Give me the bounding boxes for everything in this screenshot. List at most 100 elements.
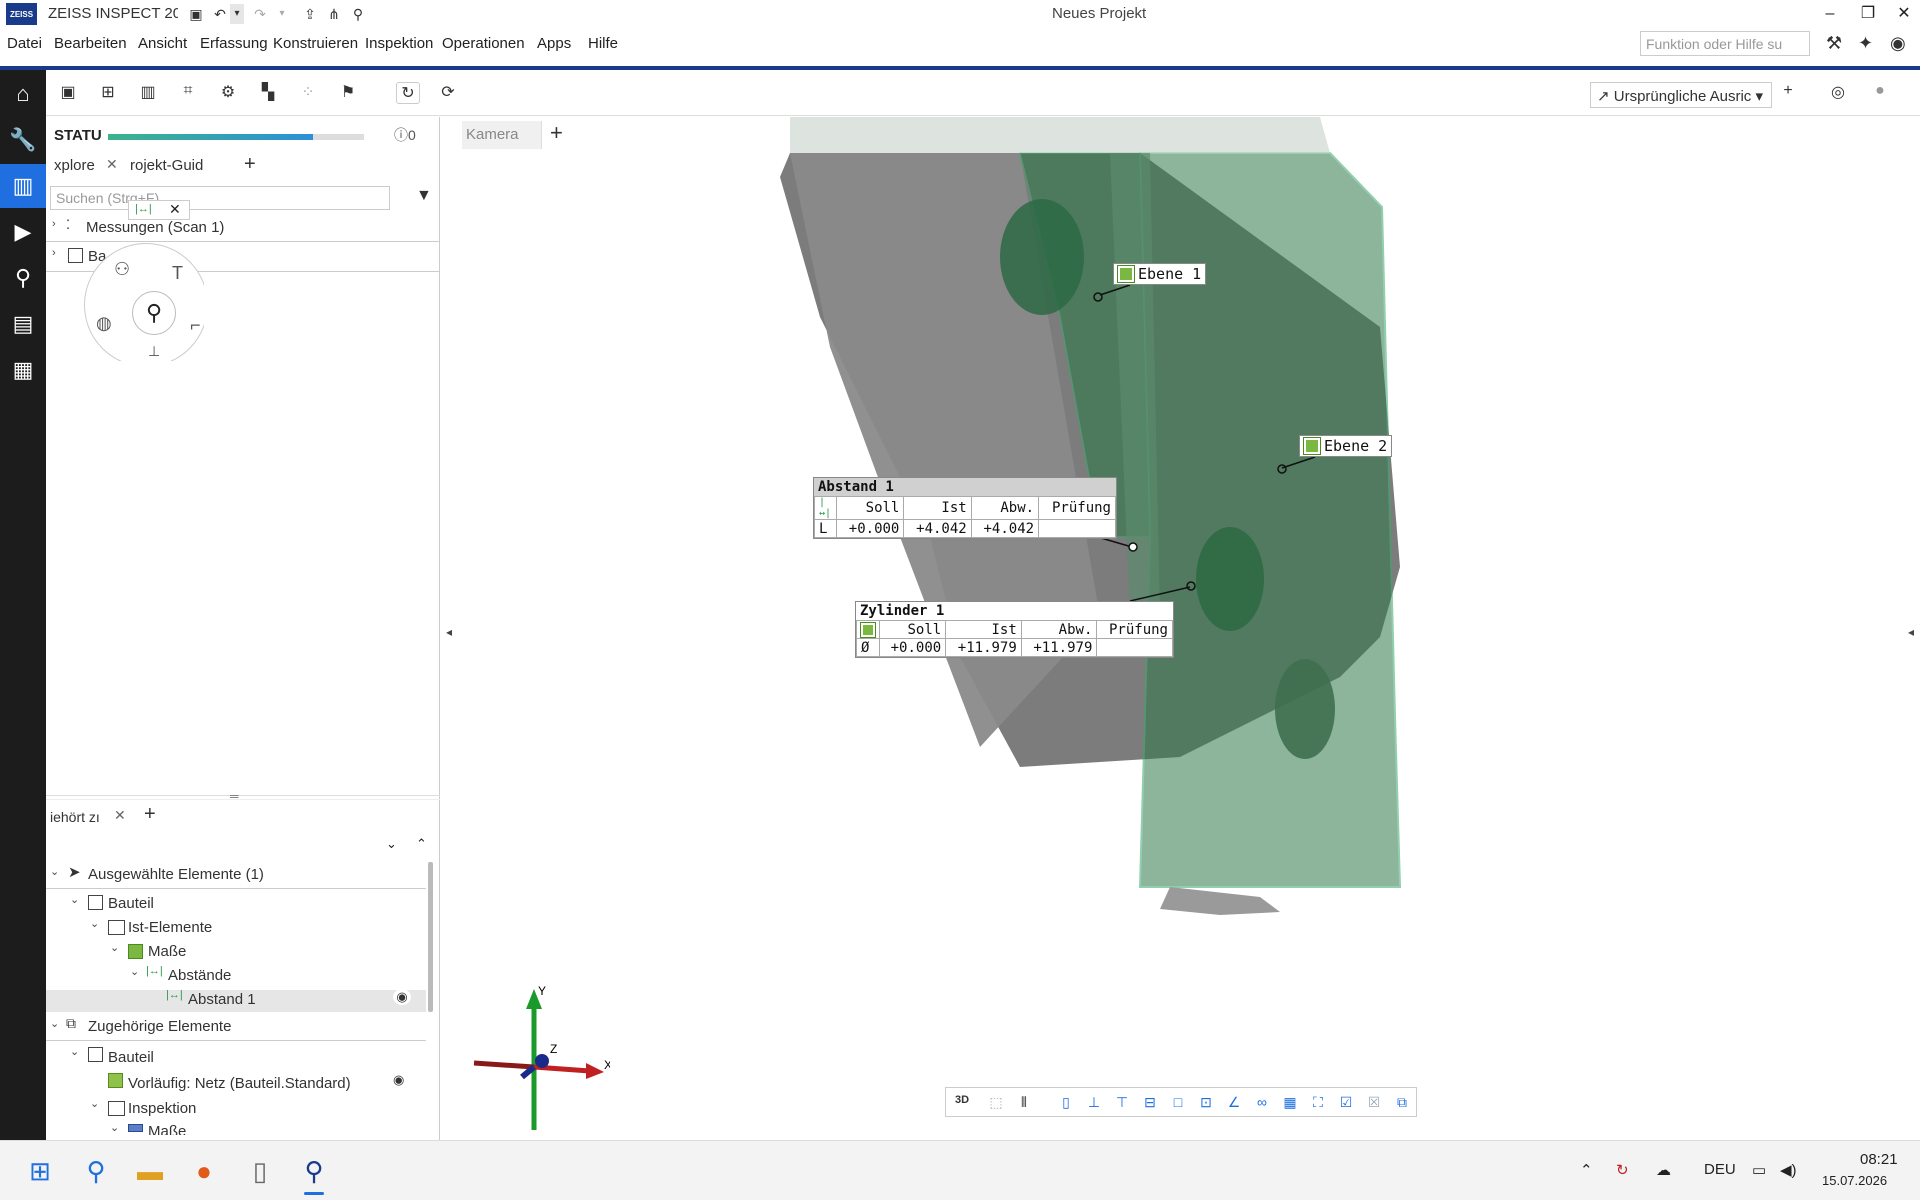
splitter-grip-icon[interactable]: ═ (230, 789, 239, 803)
label-ebene-2[interactable]: Ebene 2 (1299, 435, 1393, 457)
select-icon[interactable]: ⬚ (986, 1094, 1006, 1111)
tree-item-messungen[interactable]: Messungen (Scan 1) (86, 219, 224, 236)
wrench-icon[interactable]: 🔧 (0, 118, 46, 162)
splitter[interactable] (46, 795, 440, 796)
close-icon[interactable]: ✕ (169, 201, 181, 218)
chevron-down-icon[interactable]: ⌄ (70, 893, 79, 906)
clock-time[interactable]: 08:21 (1860, 1151, 1898, 1168)
clip-icon[interactable]: ⊟ (1140, 1094, 1160, 1111)
menu-operationen[interactable]: Operationen (442, 35, 525, 52)
tree-item-zugehoerige[interactable]: Zugehörige Elemente (88, 1018, 231, 1035)
menu-erfassung[interactable]: Erfassung (200, 35, 268, 52)
user-icon[interactable]: ◉ (1890, 33, 1906, 54)
bulb-icon[interactable]: ● (1868, 82, 1892, 100)
frame-icon[interactable]: ⛶ (1308, 1094, 1328, 1111)
inspection-workspace-icon[interactable]: ▥ (0, 164, 46, 208)
uncheck-icon[interactable]: ☒ (1364, 1094, 1384, 1111)
firefox-icon[interactable]: ● (186, 1153, 222, 1189)
people-icon[interactable]: ⚇ (114, 259, 130, 280)
search-icon[interactable]: ⚲ (78, 1153, 114, 1189)
info-badge[interactable]: ⓘ0 (394, 125, 416, 145)
points-icon[interactable]: ⁘ (296, 82, 320, 102)
zoom-icon[interactable]: ⚲ (132, 291, 176, 335)
chevron-down-icon[interactable]: ⌄ (50, 1017, 59, 1030)
axis-icon[interactable]: ⊥ (148, 343, 160, 360)
recompute-icon[interactable]: ⟳ (436, 82, 460, 102)
tab-projekt-guide[interactable]: rojekt-Guid (130, 157, 203, 174)
help-search-input[interactable]: Funktion oder Hilfe su (1640, 31, 1810, 56)
clock-date[interactable]: 15.07.2026 (1822, 1173, 1887, 1188)
menu-hilfe[interactable]: Hilfe (588, 35, 618, 52)
chevron-up-icon[interactable]: ⌃ (1580, 1161, 1593, 1179)
undo-icon[interactable]: ↶ (210, 4, 230, 24)
tree-item-masse[interactable]: Maße (148, 1123, 186, 1135)
tree-item-bauteil[interactable]: Bauteil (108, 895, 154, 912)
close-button[interactable]: ✕ (1886, 2, 1920, 26)
angle-icon[interactable]: ∠ (1224, 1094, 1244, 1111)
label-abstand-1[interactable]: Abstand 1 |↔| Soll Ist Abw. Prüfung L +0… (813, 477, 1117, 539)
chevron-down-icon[interactable]: ⌄ (50, 865, 59, 878)
plugin-icon[interactable]: ✦ (1858, 33, 1873, 54)
check-icon[interactable]: ☑ (1336, 1094, 1356, 1111)
close-tab-icon[interactable]: ✕ (114, 807, 126, 824)
tab-gehoert-zu[interactable]: iehört zı (50, 809, 100, 825)
menu-datei[interactable]: Datei (7, 35, 42, 52)
text-icon[interactable]: T (172, 263, 183, 284)
chevron-down-icon[interactable]: ⌄ (130, 965, 139, 978)
tree-item-ausgewaehlte[interactable]: Ausgewählte Elemente (1) (88, 866, 264, 883)
align-center-icon[interactable]: ⊤ (1112, 1094, 1132, 1111)
zeiss-inspect-taskbar-icon[interactable]: ⚲ (296, 1153, 332, 1195)
tree-scrollbar[interactable] (428, 862, 433, 1012)
tree-item-masse[interactable]: Maße (148, 943, 186, 960)
crop-icon[interactable]: ⌗ (176, 82, 200, 100)
collapse-left-icon[interactable]: ◂ (446, 625, 452, 639)
device-icon[interactable]: ⌐ (190, 315, 201, 336)
alignment-select[interactable]: ↗ Ursprüngliche Ausric ▾ (1590, 82, 1772, 108)
restore-button[interactable]: ❐ (1850, 2, 1886, 26)
undo-dropdown-icon[interactable]: ▾ (230, 4, 244, 24)
target-icon[interactable]: ◎ (1826, 82, 1850, 102)
minimize-button[interactable]: – (1812, 2, 1848, 26)
tree-item-netz[interactable]: Vorläufig: Netz (Bauteil.Standard) (128, 1075, 351, 1092)
add-tab-icon[interactable]: + (144, 803, 156, 826)
language-indicator[interactable]: DEU (1704, 1161, 1736, 1178)
eye-icon[interactable]: ◉ (393, 1072, 404, 1088)
menu-bearbeiten[interactable]: Bearbeiten (54, 35, 127, 52)
search-settings-icon[interactable]: ⚲ (348, 4, 368, 24)
menu-ansicht[interactable]: Ansicht (138, 35, 187, 52)
grid-icon[interactable]: ▦ (1280, 1094, 1300, 1111)
redo-icon[interactable]: ↷ (250, 4, 270, 24)
cloud-off-icon[interactable]: ☁ (1656, 1161, 1671, 1179)
sync-icon[interactable]: ↻ (1616, 1161, 1629, 1179)
report-icon[interactable]: ▤ (0, 302, 46, 346)
display-icon[interactable]: ▭ (1752, 1161, 1766, 1179)
split-icon[interactable]: ⫴ (1014, 1094, 1034, 1111)
chevron-down-icon[interactable]: ⌄ (90, 917, 99, 930)
apps-grid-icon[interactable]: ▦ (0, 348, 46, 392)
export-icon[interactable]: ⇪ (300, 4, 320, 24)
flag-icon[interactable]: ⚑ (336, 82, 360, 102)
view-icon[interactable]: ▣ (56, 82, 80, 102)
tree-item-abstand-1[interactable]: Abstand 1 (188, 991, 256, 1008)
chevron-right-icon[interactable]: › (52, 218, 56, 230)
save-icon[interactable]: ▣ (186, 4, 206, 24)
menu-konstruieren[interactable]: Konstruieren (273, 35, 358, 52)
measure-icon[interactable]: ▥ (136, 82, 160, 102)
document-icon[interactable]: ▯ (242, 1153, 278, 1189)
chevron-down-icon[interactable]: ⌄ (110, 1121, 119, 1134)
label-zylinder-1[interactable]: Zylinder 1 Soll Ist Abw. Prüfung Ø +0.00… (855, 601, 1174, 658)
add-element-icon[interactable]: ⊞ (96, 82, 120, 102)
menu-apps[interactable]: Apps (537, 35, 571, 52)
link-icon[interactable]: ∞ (1252, 1094, 1272, 1110)
refresh-icon[interactable]: ↻ (396, 82, 420, 104)
menu-inspektion[interactable]: Inspektion (365, 35, 433, 52)
chevron-down-icon[interactable]: ⌄ (70, 1045, 79, 1058)
front-view-icon[interactable]: ▯ (1056, 1094, 1076, 1111)
hierarchy-icon[interactable]: ⋔ (324, 4, 344, 24)
eye-icon[interactable]: ◉ (393, 989, 411, 1005)
globe-icon[interactable]: ◍ (96, 313, 112, 334)
chevron-down-icon[interactable]: ⌄ (110, 941, 119, 954)
fit-icon[interactable]: ⊡ (1196, 1094, 1216, 1111)
file-explorer-icon[interactable]: ▬ (132, 1153, 168, 1189)
gear-icon[interactable]: ⚙ (216, 82, 240, 102)
